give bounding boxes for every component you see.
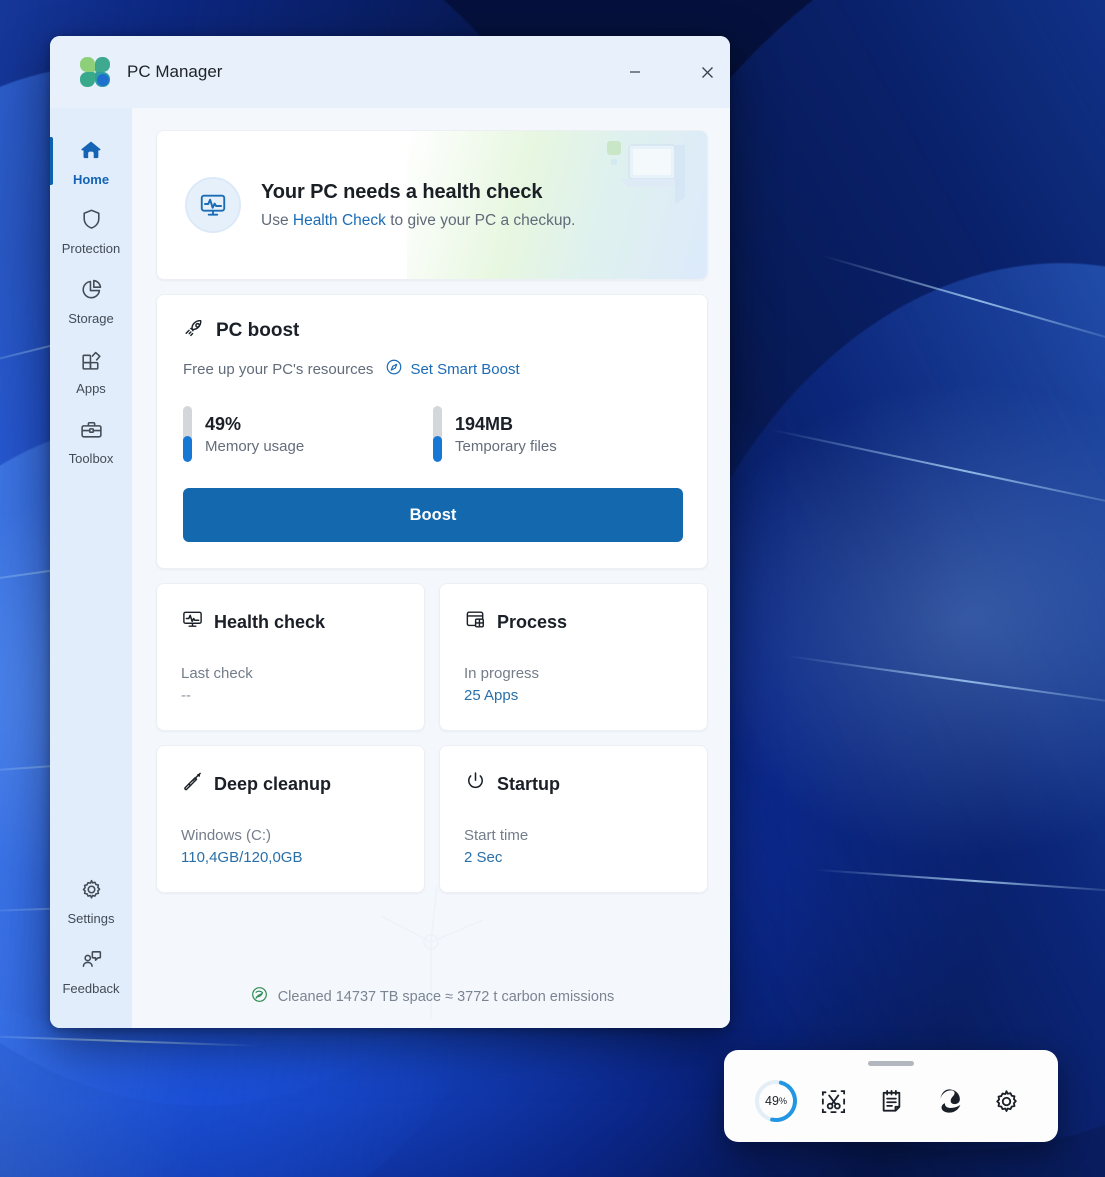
tile-subtitle: Last check [181,665,402,682]
boost-metrics: 49% Memory usage 194MB Temporary files [183,406,683,462]
metric-memory-usage: 49% Memory usage [183,406,433,462]
desktop-background: PC Manager [0,0,1105,1177]
notepad-icon[interactable] [869,1079,913,1123]
tile-value: 2 Sec [464,849,685,866]
gear-icon[interactable] [984,1079,1028,1123]
pc-manager-logo-icon [80,57,110,87]
sidebar-item-label: Toolbox [69,452,114,465]
banner-subtitle-suffix: to give your PC a checkup. [386,212,576,229]
sidebar-spacer [50,476,132,866]
tile-deep-cleanup[interactable]: Deep cleanup Windows (C:) 110,4GB/120,0G… [156,745,425,893]
tile-value: -- [181,687,402,704]
memory-usage-bar [183,406,192,462]
set-smart-boost-label: Set Smart Boost [410,361,519,378]
banner-subtitle: Use Health Check to give your PC a check… [261,212,575,230]
tile-title: Process [497,612,567,633]
banner-title: Your PC needs a health check [261,181,575,204]
health-check-link[interactable]: Health Check [293,212,386,229]
tile-subtitle: Windows (C:) [181,827,402,844]
metric-temporary-files: 194MB Temporary files [433,406,683,462]
process-icon [464,608,487,636]
sidebar-item-storage[interactable]: Storage [50,266,132,336]
carbon-footer: Cleaned 14737 TB space ≈ 3772 t carbon e… [156,966,708,1028]
pc-manager-window: PC Manager [50,36,730,1028]
set-smart-boost-link[interactable]: Set Smart Boost [385,358,519,380]
floating-toolbar: 49% [724,1050,1058,1142]
tile-title: Startup [497,774,560,795]
sidebar-item-settings[interactable]: Settings [50,866,132,936]
minimize-button[interactable] [612,36,658,108]
health-check-icon [181,608,204,636]
boost-button[interactable]: Boost [183,488,683,542]
memory-percent-value: 49 [765,1094,779,1108]
sidebar-item-apps[interactable]: Apps [50,336,132,406]
pc-boost-subtitle: Free up your PC's resources [183,361,373,378]
tile-title: Deep cleanup [214,774,331,795]
toolbox-icon [79,417,104,447]
edge-browser-icon[interactable] [927,1079,971,1123]
health-check-banner[interactable]: Your PC needs a health check Use Health … [156,130,708,280]
tile-startup[interactable]: Startup Start time 2 Sec [439,745,708,893]
sidebar-item-label: Protection [62,242,121,255]
sidebar-item-label: Settings [68,912,115,925]
sidebar-item-label: Apps [76,382,106,395]
pc-boost-header: PC boost [183,317,683,345]
sidebar: Home Protection [50,108,132,1028]
title-bar: PC Manager [50,36,730,108]
banner-subtitle-prefix: Use [261,212,293,229]
home-icon [78,137,104,168]
main-content: Your PC needs a health check Use Health … [132,108,730,1028]
sidebar-item-home[interactable]: Home [50,126,132,196]
tile-subtitle: In progress [464,665,685,682]
tile-title: Health check [214,612,325,633]
sidebar-item-protection[interactable]: Protection [50,196,132,266]
carbon-footer-text: Cleaned 14737 TB space ≈ 3772 t carbon e… [278,989,615,1005]
temporary-files-label: Temporary files [455,439,557,454]
gear-icon [79,877,104,907]
tile-value: 110,4GB/120,0GB [181,849,402,866]
pie-chart-icon [79,277,104,307]
earth-leaf-icon [250,985,269,1009]
memory-ring-gauge[interactable]: 49% [754,1079,798,1123]
memory-usage-value: 49% [205,415,304,433]
sidebar-item-toolbox[interactable]: Toolbox [50,406,132,476]
laptop-illustration-icon [597,137,689,217]
power-icon [464,770,487,798]
tile-process[interactable]: Process In progress 25 Apps [439,583,708,731]
broom-icon [181,770,204,798]
health-monitor-icon [185,177,241,233]
apps-grid-icon [79,347,104,377]
close-button[interactable] [684,36,730,108]
memory-percent-unit: % [779,1096,787,1106]
rocket-icon [183,317,206,345]
shield-icon [79,207,104,237]
temporary-files-bar [433,406,442,462]
sidebar-item-feedback[interactable]: Feedback [50,936,132,1006]
memory-ring-label: 49% [753,1078,799,1124]
snip-scissors-icon[interactable] [812,1079,856,1123]
pc-boost-title: PC boost [216,320,299,342]
tile-value: 25 Apps [464,687,685,704]
memory-usage-label: Memory usage [205,439,304,454]
tile-health-check[interactable]: Health check Last check -- [156,583,425,731]
sidebar-item-label: Home [73,173,109,186]
temporary-files-value: 194MB [455,415,557,433]
pc-boost-card: PC boost Free up your PC's resources [156,294,708,569]
window-title: PC Manager [127,62,222,82]
tile-subtitle: Start time [464,827,685,844]
feature-tiles: Health check Last check -- [156,583,708,893]
speedometer-icon [385,358,403,380]
sidebar-item-label: Feedback [62,982,119,995]
feedback-icon [79,947,104,977]
window-controls [612,36,730,108]
sidebar-item-label: Storage [68,312,114,325]
